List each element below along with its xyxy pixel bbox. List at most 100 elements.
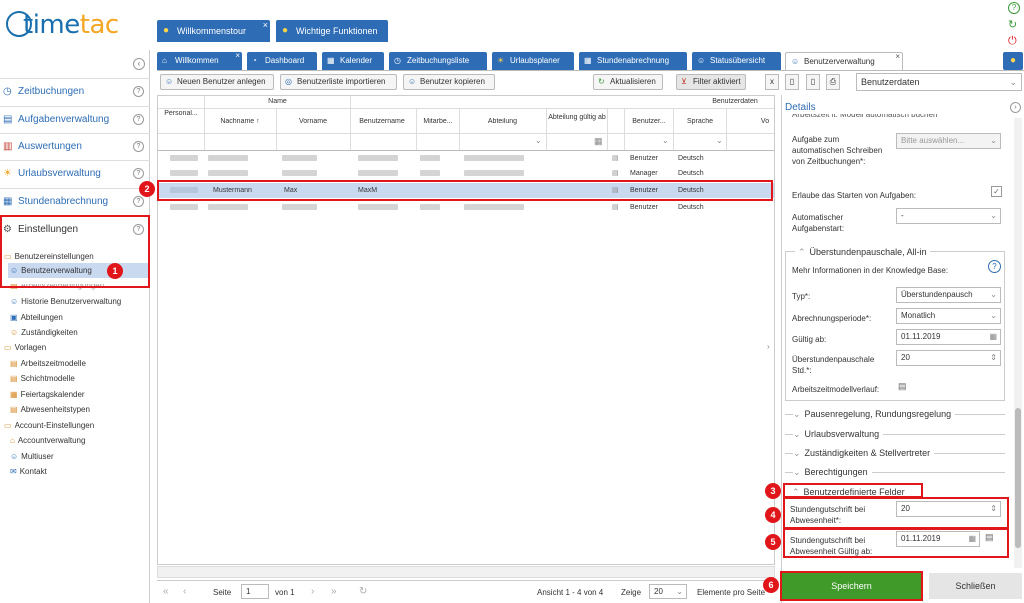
refresh-button[interactable]: ↻ Aktualisieren bbox=[593, 74, 663, 90]
help-icon[interactable]: ? bbox=[133, 86, 144, 97]
col-benutzertyp[interactable]: Benutzer... bbox=[626, 118, 672, 125]
tree-zustaendigkeiten[interactable]: ☺ Zuständigkeiten bbox=[10, 326, 78, 340]
col-personal[interactable]: Personal... bbox=[159, 110, 203, 117]
chevron-down-icon[interactable]: ⌄ bbox=[662, 136, 669, 145]
kb-help-icon[interactable]: ? bbox=[988, 260, 1001, 273]
urlaub-section[interactable]: ⌄ Urlaubsverwaltung bbox=[793, 429, 884, 440]
erlaube-checkbox[interactable]: ✓ bbox=[991, 186, 1002, 197]
power-icon[interactable]: ⏻ bbox=[1008, 35, 1017, 48]
next-page-icon[interactable]: › bbox=[311, 586, 314, 597]
tab-benutzerverwaltung[interactable]: ☺ Benutzerverwaltung × bbox=[785, 52, 903, 70]
table-row[interactable]: ▤ Benutzer Deutsch bbox=[158, 151, 774, 166]
tab-willkommen[interactable]: ⌂ Willkommen × bbox=[157, 51, 242, 70]
help-icon[interactable]: ? bbox=[133, 168, 144, 179]
page-size-select[interactable]: 20 ⌄ bbox=[649, 584, 687, 599]
horizontal-scrollbar[interactable] bbox=[157, 566, 775, 578]
help-icon[interactable]: ? bbox=[133, 196, 144, 207]
col-abteilung[interactable]: Abteilung bbox=[460, 118, 545, 125]
gauge-icon: ◔ bbox=[252, 56, 257, 65]
help-icon[interactable]: ? bbox=[1008, 2, 1020, 14]
first-page-icon[interactable]: « bbox=[163, 586, 169, 597]
typ-select[interactable]: Überstundenpausch ⌄ bbox=[896, 287, 1001, 303]
view-select[interactable]: Benutzerdaten ⌄ bbox=[856, 73, 1022, 91]
close-icon[interactable]: × bbox=[263, 14, 268, 36]
col-nachname[interactable]: Nachname ↑ bbox=[205, 118, 275, 125]
tab-stundenabrechnung[interactable]: ▦ Stundenabrechnung bbox=[579, 52, 687, 70]
table-row[interactable]: ▤ Benutzer Deutsch bbox=[158, 200, 774, 215]
close-icon[interactable]: × bbox=[895, 48, 900, 66]
nav-auswertungen[interactable]: ▥ Auswertungen? bbox=[0, 133, 150, 159]
help-icon[interactable]: ? bbox=[133, 141, 144, 152]
table-row[interactable]: ▤ Manager Deutsch bbox=[158, 166, 774, 181]
refresh-icon[interactable]: ↻ bbox=[1008, 18, 1017, 31]
import-users-button[interactable]: ◎ Benutzerliste importieren bbox=[280, 74, 397, 90]
tree-multiuser[interactable]: ☺ Multiuser bbox=[10, 450, 54, 464]
collapse-sidebar-icon[interactable]: ‹ bbox=[133, 58, 145, 70]
tree-historie[interactable]: ☺ Historie Benutzerverwaltung bbox=[10, 295, 121, 309]
export-icon[interactable]: ▯ bbox=[785, 74, 799, 90]
col-sprache[interactable]: Sprache bbox=[675, 118, 725, 125]
calendar-icon[interactable]: ▦ bbox=[594, 136, 603, 147]
std-field[interactable]: 20 ⇕ bbox=[896, 350, 1001, 366]
sun-icon: ☀ bbox=[497, 56, 505, 65]
tree-kontakt[interactable]: ✉ Kontakt bbox=[10, 465, 47, 479]
tree-schichtmodelle[interactable]: ▤ Schichtmodelle bbox=[10, 372, 75, 386]
tree-accountverwaltung[interactable]: ⌂ Accountverwaltung bbox=[10, 434, 85, 448]
col-abteilung-gueltig[interactable]: Abteilung gültig ab bbox=[548, 113, 606, 122]
col-mitarbeiter[interactable]: Mitarbe... bbox=[418, 118, 458, 125]
col-vorname[interactable]: Vorname bbox=[278, 118, 348, 125]
bulb-icon[interactable]: ● bbox=[1003, 52, 1023, 70]
ueberstunden-title[interactable]: ⌃ Überstundenpauschale, All-in bbox=[795, 247, 930, 258]
excel-export-icon[interactable]: x bbox=[765, 74, 779, 90]
prev-page-icon[interactable]: ‹ bbox=[183, 586, 186, 597]
expand-icon[interactable]: › bbox=[1010, 102, 1021, 113]
collapse-panel-icon[interactable]: › bbox=[767, 342, 770, 351]
nav-aufgabenverwaltung[interactable]: ▤ Aufgabenverwaltung? bbox=[0, 106, 150, 132]
pausen-section[interactable]: ⌄ Pausenregelung, Rundungsregelung bbox=[793, 409, 956, 420]
last-page-icon[interactable]: » bbox=[331, 586, 337, 597]
help-icon[interactable]: ? bbox=[133, 114, 144, 125]
tab-urlaubsplaner[interactable]: ☀ Urlaubsplaner bbox=[492, 52, 574, 70]
aufgabe-select[interactable]: Bitte auswählen... ⌄ bbox=[896, 133, 1001, 149]
reload-icon[interactable]: ↻ bbox=[359, 586, 367, 597]
chevron-down-icon[interactable]: ⌄ bbox=[535, 136, 542, 145]
col-vo[interactable]: Vo bbox=[755, 118, 775, 125]
tab-wichtige-funktionen[interactable]: ● Wichtige Funktionen bbox=[276, 20, 388, 42]
details-scrollbar[interactable] bbox=[1014, 118, 1022, 568]
chevron-down-icon[interactable]: ⌄ bbox=[716, 136, 723, 145]
tree-feiertagskalender[interactable]: ▦ Feiertagskalender bbox=[10, 388, 85, 402]
copy-user-button[interactable]: ☺ Benutzer kopieren bbox=[403, 74, 495, 90]
close-icon[interactable]: × bbox=[235, 47, 240, 65]
filter-active-button[interactable]: ⊻ Filter aktiviert bbox=[676, 74, 746, 90]
tab-willkommenstour[interactable]: ● Willkommenstour × bbox=[157, 20, 270, 42]
history-icon[interactable]: ▤ bbox=[898, 381, 907, 392]
nav-urlaubsverwaltung[interactable]: ☀ Urlaubsverwaltung? bbox=[0, 160, 150, 186]
new-user-button[interactable]: ☺ Neuen Benutzer anlegen bbox=[160, 74, 274, 90]
zustaendigkeiten-section[interactable]: ⌄ Zuständigkeiten & Stellvertreter bbox=[793, 448, 935, 459]
tab-kalender[interactable]: ▦ Kalender bbox=[322, 52, 384, 70]
page-input[interactable]: 1 bbox=[241, 584, 269, 599]
col-benutzername[interactable]: Benutzername bbox=[352, 118, 412, 125]
pdf-export-icon[interactable]: ▯ bbox=[806, 74, 820, 90]
gueltig-field[interactable]: 01.11.2019 ▦ bbox=[896, 329, 1001, 345]
abrech-select[interactable]: Monatlich ⌄ bbox=[896, 308, 1001, 324]
calendar-icon[interactable]: ▦ bbox=[989, 330, 997, 344]
tab-statusuebersicht[interactable]: ☺ Statusübersicht bbox=[692, 52, 781, 70]
tree-abteilungen[interactable]: ▣ Abteilungen bbox=[10, 311, 63, 325]
tree-abwesenheitstypen[interactable]: ▤ Abwesenheitstypen bbox=[10, 403, 90, 417]
tab-zeitbuchungsliste[interactable]: ◷ Zeitbuchungsliste bbox=[389, 52, 487, 70]
detail-icon[interactable]: ▤ bbox=[612, 154, 619, 162]
tree-arbeitszeitmodelle[interactable]: ▤ Arbeitszeitmodelle bbox=[10, 357, 86, 371]
tree-account-einstellungen[interactable]: ▭ Account-Einstellungen bbox=[4, 419, 94, 433]
detail-icon[interactable]: ▤ bbox=[612, 169, 619, 177]
detail-icon[interactable]: ▤ bbox=[612, 203, 619, 211]
berechtigungen-section[interactable]: ⌄ Berechtigungen bbox=[793, 467, 872, 478]
tree-vorlagen[interactable]: ▭ Vorlagen bbox=[4, 341, 46, 355]
tab-dashboard[interactable]: ◔ Dashboard bbox=[247, 52, 317, 70]
nav-stundenabrechnung[interactable]: ▦ Stundenabrechnung? bbox=[0, 188, 150, 214]
close-button[interactable]: Schließen bbox=[929, 573, 1022, 599]
print-icon[interactable]: ⎙ bbox=[826, 74, 840, 90]
grid-col-line bbox=[350, 96, 351, 150]
autostart-select[interactable]: - ⌄ bbox=[896, 208, 1001, 224]
nav-zeitbuchungen[interactable]: ◷ Zeitbuchungen? bbox=[0, 78, 150, 104]
